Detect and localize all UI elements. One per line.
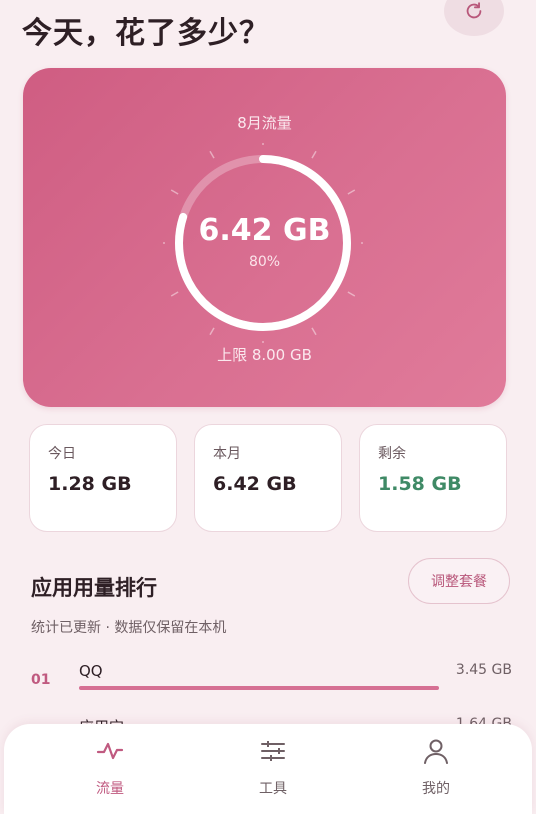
adjust-plan-button[interactable]: 调整套餐: [408, 558, 510, 604]
app-name: QQ: [79, 662, 103, 680]
limit-text: 上限 8.00 GB: [217, 346, 312, 364]
page-title: 今天，花了多少？: [22, 16, 270, 51]
nav-label: 工具: [259, 781, 287, 797]
refresh-icon: [466, 2, 482, 19]
gauge-tick: [170, 189, 179, 195]
stat-label: 本月: [213, 446, 241, 462]
gauge-tick: [209, 150, 215, 159]
bottom-nav: 流量 工具 我的: [4, 724, 532, 814]
gauge-tick: [311, 150, 317, 159]
usage-bar: [79, 686, 439, 690]
stat-card-today: 今日 1.28 GB: [29, 424, 177, 532]
gauge-tick: [209, 327, 215, 336]
nav-label: 流量: [96, 781, 124, 797]
pulse-icon: [96, 742, 124, 760]
stat-card-month: 本月 6.42 GB: [194, 424, 342, 532]
used-value: 6.42 GB: [198, 213, 331, 248]
user-icon: [424, 739, 448, 764]
nav-label: 我的: [422, 781, 450, 797]
stat-label: 今日: [48, 446, 76, 462]
usage-card: 8月流量 6.42 GB 80% 上限 8.00 GB: [23, 68, 506, 407]
stat-label: 剩余: [378, 446, 406, 462]
gauge-tick: [170, 291, 179, 297]
app-usage: 3.45 GB: [455, 662, 512, 678]
stat-card-remaining: 剩余 1.58 GB: [359, 424, 507, 532]
stat-value: 1.58 GB: [378, 473, 462, 495]
refresh-button[interactable]: [444, 0, 504, 36]
ranking-subtitle: 统计已更新 · 数据仅保留在本机: [31, 620, 227, 636]
month-label: 8月流量: [237, 114, 292, 132]
rank-number: 01: [31, 672, 51, 688]
ranking-title: 应用用量排行: [31, 576, 157, 600]
nav-item-traffic[interactable]: 流量: [50, 724, 170, 804]
stat-value: 6.42 GB: [213, 473, 297, 495]
percent-text: 80%: [248, 254, 281, 270]
gauge-tick: [347, 291, 356, 297]
nav-item-profile[interactable]: 我的: [376, 724, 496, 804]
ranking-item[interactable]: 01 QQ 3.45 GB: [0, 662, 536, 712]
gauge-tick: [347, 189, 356, 195]
stat-value: 1.28 GB: [48, 473, 132, 495]
nav-item-tools[interactable]: 工具: [213, 724, 333, 804]
sliders-icon: [261, 741, 285, 761]
gauge-tick: [311, 327, 317, 336]
